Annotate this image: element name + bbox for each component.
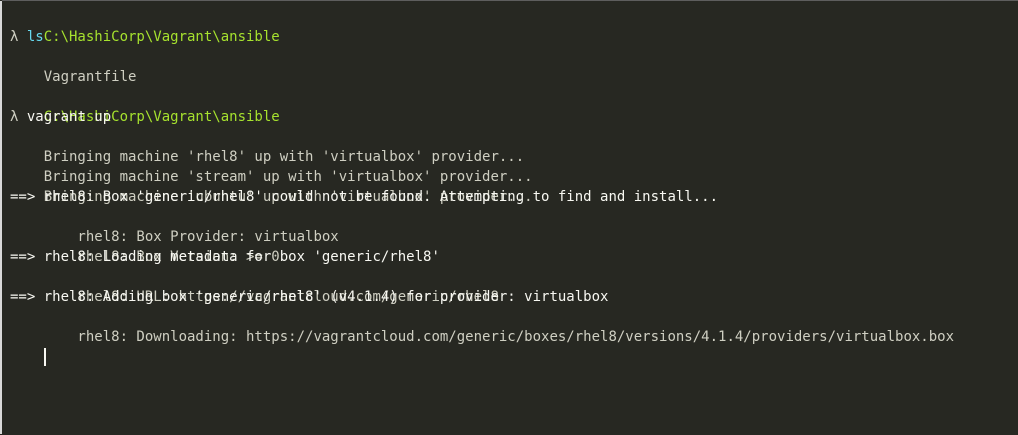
- arrow-marker: ==>: [10, 249, 44, 265]
- output-text: Bringing machine 'rhel8' up with 'virtua…: [43, 149, 525, 165]
- terminal-line: rhel8: Box Provider: virtualbox: [10, 207, 1018, 245]
- prompt-lambda-icon: λ: [10, 29, 19, 45]
- terminal-line: C:\HashiCorp\Vagrant\ansible: [10, 87, 1018, 125]
- working-directory-path: C:\HashiCorp\Vagrant\ansible: [43, 29, 280, 45]
- terminal-line: ==> rhel8: Adding box 'generic/rhel8' (v…: [10, 287, 1018, 307]
- output-text: rhel8: Adding box 'generic/rhel8' (v4.1.…: [43, 289, 609, 305]
- terminal-line: Vagrantfile: [10, 47, 1018, 85]
- arrow-marker: ==>: [10, 289, 44, 305]
- output-text: rhel8: Loading metadata for box 'generic…: [43, 249, 440, 265]
- prompt-lambda-icon: λ: [10, 109, 19, 125]
- output-text: rhel8: Downloading: https://vagrantcloud…: [43, 329, 955, 345]
- terminal-line: rhel8: Downloading: https://vagrantcloud…: [10, 307, 1018, 345]
- command-text: vagrant up: [26, 109, 112, 125]
- arrow-marker: ==>: [10, 189, 44, 205]
- terminal-line: C:\HashiCorp\Vagrant\ansible: [10, 7, 1018, 45]
- terminal-line: ==> rhel8: Loading metadata for box 'gen…: [10, 247, 1018, 267]
- terminal-line: Bringing machine 'rhel8' up with 'virtua…: [10, 127, 1018, 165]
- command-text: ls: [26, 29, 44, 45]
- terminal-window[interactable]: C:\HashiCorp\Vagrant\ansible λ ls Vagran…: [0, 0, 1018, 434]
- text-cursor: [43, 348, 46, 366]
- output-text: Bringing machine 'stream' up with 'virtu…: [43, 169, 533, 185]
- output-text: Vagrantfile: [43, 69, 137, 85]
- terminal-line: ==> rhel8: Box 'generic/rhel8' could not…: [10, 187, 1018, 207]
- terminal-line: rhel8: URL: https://vagrantcloud.com/gen…: [10, 267, 1018, 305]
- output-text: rhel8: Box Provider: virtualbox: [43, 229, 339, 245]
- output-text: rhel8: Box 'generic/rhel8' could not be …: [43, 189, 719, 205]
